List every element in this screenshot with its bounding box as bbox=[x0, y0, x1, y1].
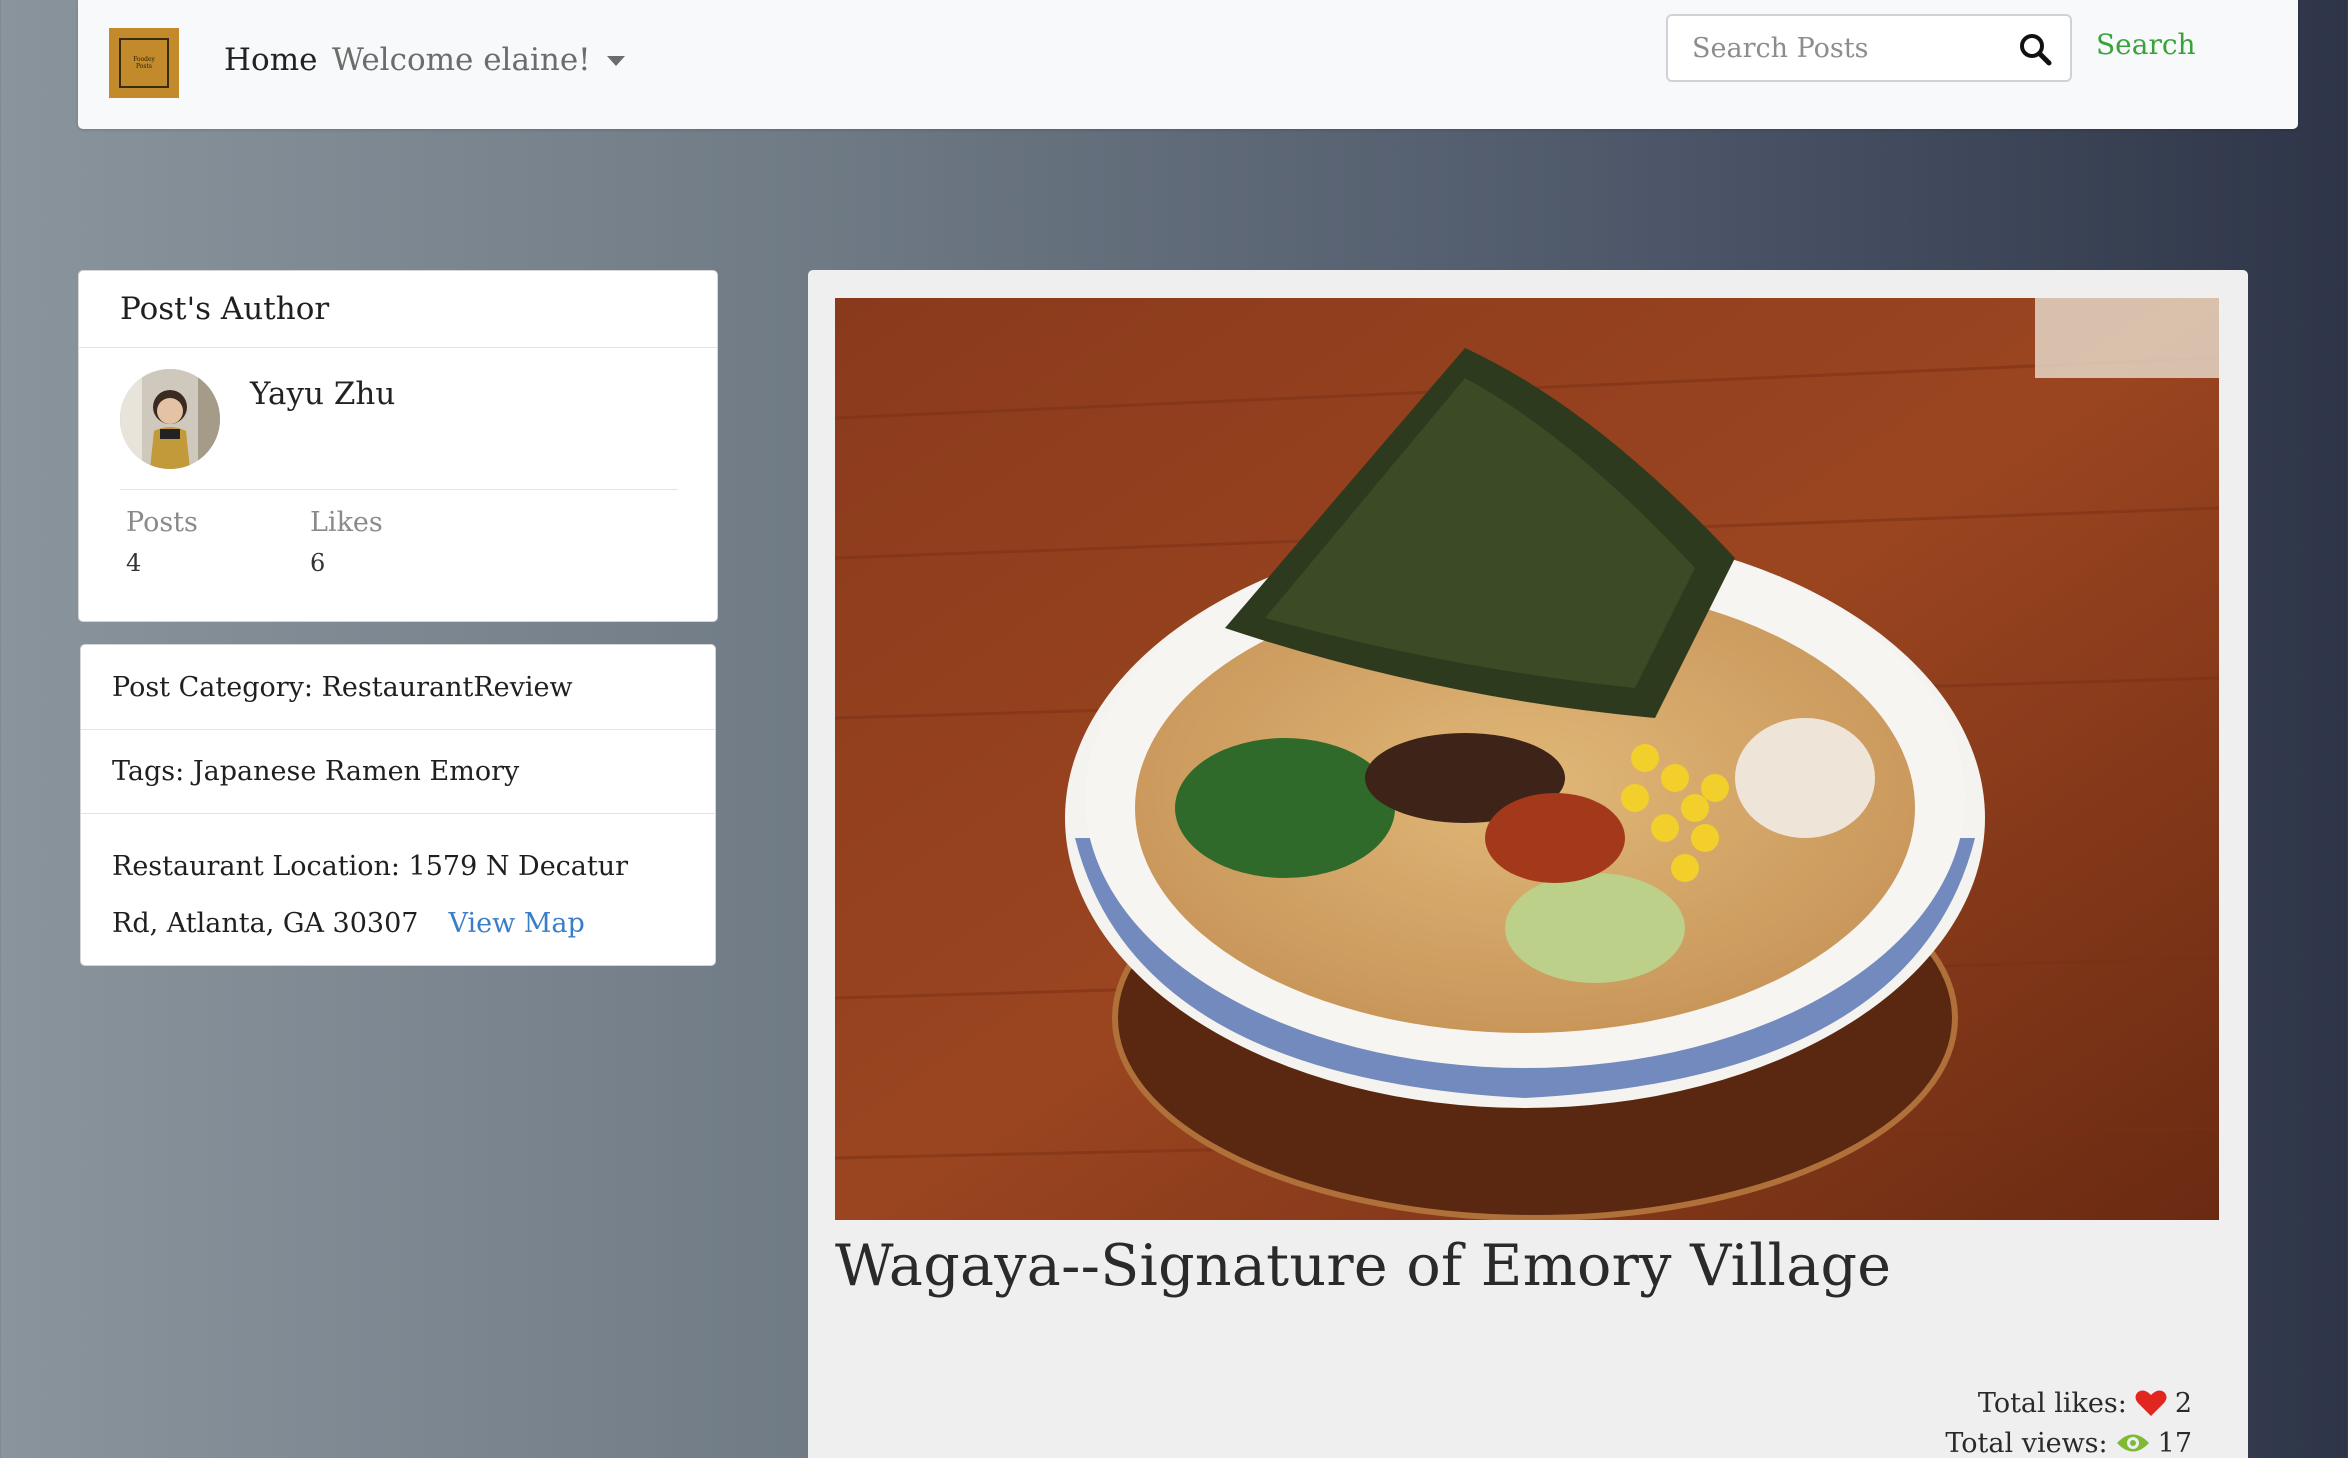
search-button[interactable]: Search bbox=[2096, 28, 2196, 61]
posts-count: 4 bbox=[126, 549, 142, 577]
user-menu-label: Welcome elaine! bbox=[332, 42, 591, 78]
divider bbox=[120, 489, 678, 490]
total-likes-label: Total likes: bbox=[1977, 1387, 2127, 1419]
author-card-header: Post's Author bbox=[79, 271, 717, 348]
avatar[interactable] bbox=[120, 369, 220, 469]
likes-label: Likes bbox=[310, 507, 383, 538]
likes-count: 6 bbox=[310, 549, 326, 577]
post-tags-text: Tags: Japanese Ramen Emory bbox=[112, 756, 520, 787]
nav-home-link[interactable]: Home bbox=[224, 42, 317, 78]
site-logo[interactable]: Foodey Posts bbox=[109, 28, 179, 98]
total-views-label: Total views: bbox=[1945, 1427, 2108, 1458]
post-title: Wagaya--Signature of Emory Village bbox=[835, 1233, 1892, 1299]
view-map-link[interactable]: View Map bbox=[448, 908, 584, 939]
post-card: Wagaya--Signature of Emory Village Total… bbox=[808, 270, 2248, 1458]
total-views-value: 17 bbox=[2157, 1427, 2192, 1458]
search-box bbox=[1666, 14, 2072, 82]
post-category: Post Category: RestaurantReview bbox=[81, 645, 715, 730]
post-stats: Total likes: 2 Total views: 17 bbox=[1945, 1383, 2192, 1458]
search-icon[interactable] bbox=[2018, 32, 2052, 66]
navbar: Foodey Posts Home Welcome elaine! Search bbox=[78, 0, 2298, 129]
author-card-title: Post's Author bbox=[120, 291, 330, 327]
author-name[interactable]: Yayu Zhu bbox=[250, 376, 395, 412]
total-likes: Total likes: 2 bbox=[1945, 1383, 2192, 1423]
heart-icon[interactable] bbox=[2135, 1389, 2167, 1417]
post-image bbox=[835, 298, 2219, 1220]
post-tags: Tags: Japanese Ramen Emory bbox=[81, 730, 715, 814]
total-likes-value: 2 bbox=[2174, 1387, 2192, 1419]
logo-text-line1: Foodey bbox=[133, 56, 155, 63]
eye-icon bbox=[2116, 1434, 2149, 1452]
restaurant-location: Restaurant Location: 1579 N Decatur Rd, … bbox=[81, 814, 715, 952]
total-views: Total views: 17 bbox=[1945, 1423, 2192, 1458]
user-menu-dropdown[interactable]: Welcome elaine! bbox=[332, 42, 625, 78]
post-info-card: Post Category: RestaurantReview Tags: Ja… bbox=[80, 644, 716, 966]
posts-label: Posts bbox=[126, 507, 198, 538]
logo-mark: Foodey Posts bbox=[119, 38, 169, 88]
logo-text-line2: Posts bbox=[136, 63, 152, 70]
search-input[interactable] bbox=[1668, 16, 2008, 80]
post-category-text: Post Category: RestaurantReview bbox=[112, 671, 573, 703]
caret-down-icon bbox=[606, 56, 625, 66]
author-card: Post's Author Yayu Zhu Posts 4 Likes 6 bbox=[78, 270, 718, 622]
